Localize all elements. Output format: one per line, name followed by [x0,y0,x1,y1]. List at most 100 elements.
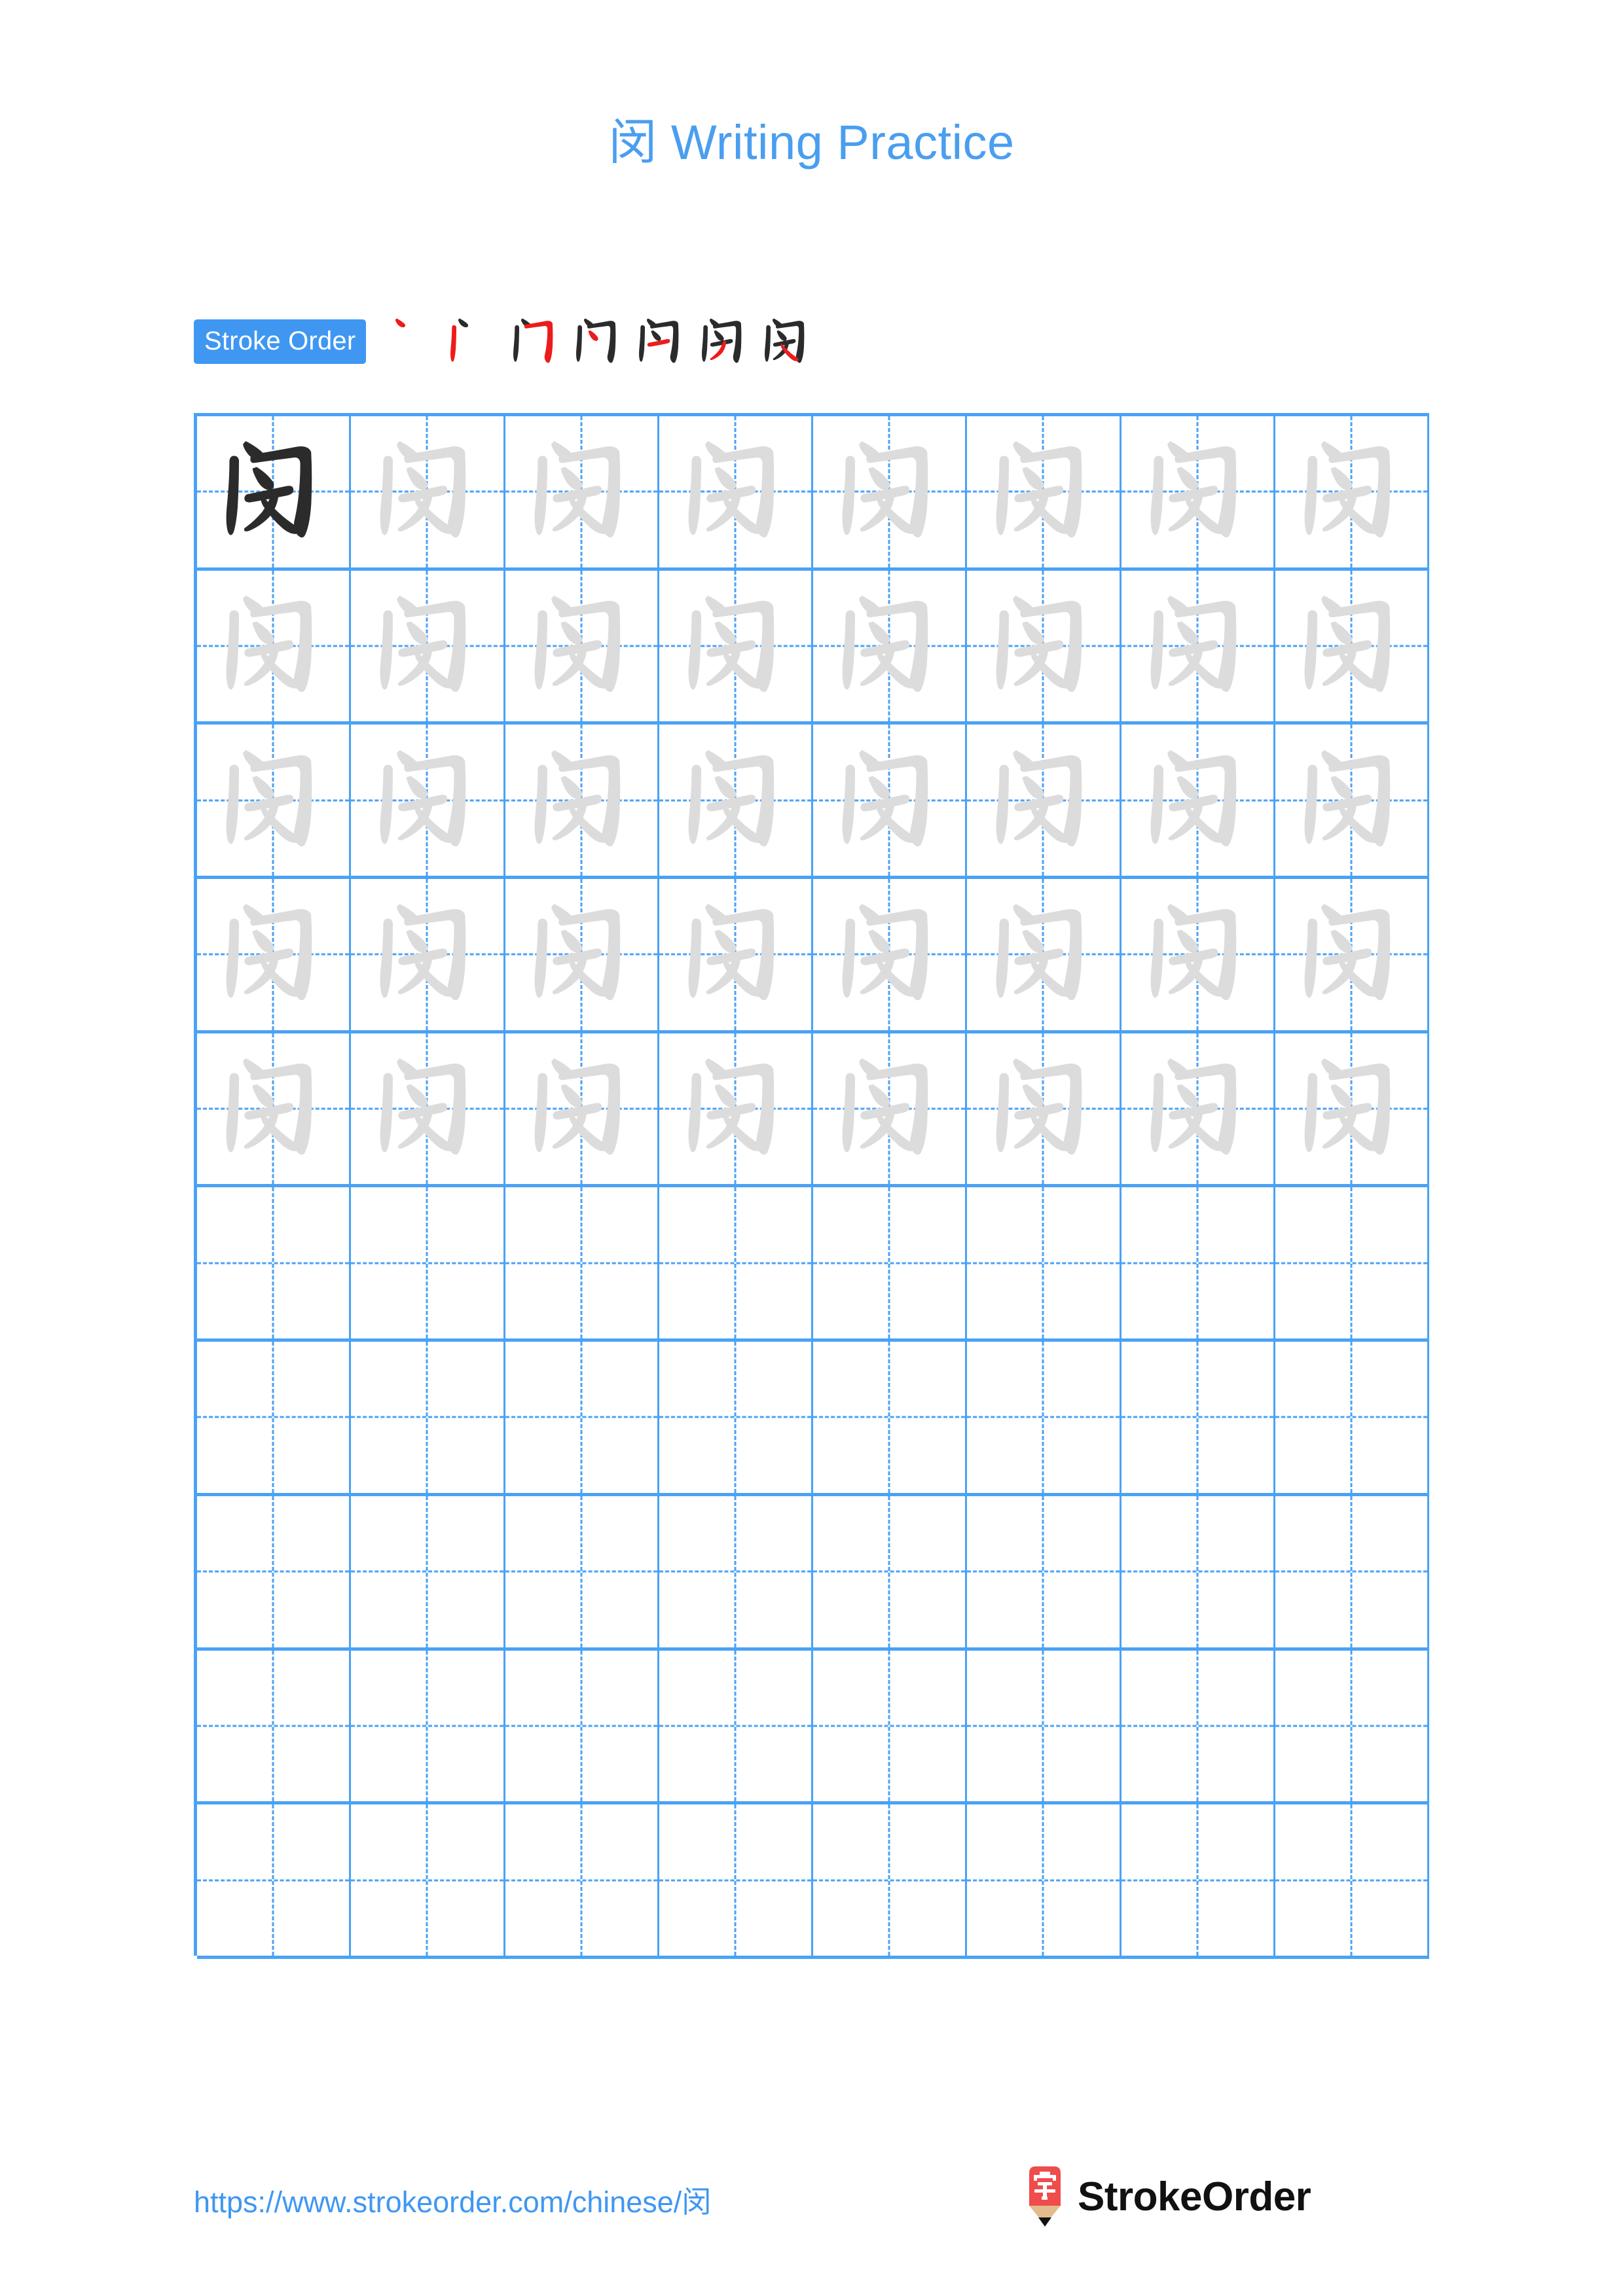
character-glyph [505,725,657,876]
practice-cell-trace[interactable] [967,879,1122,1030]
practice-cell-trace[interactable] [813,879,968,1030]
practice-cell-blank[interactable] [659,1342,813,1493]
practice-cell-trace[interactable] [1122,1033,1275,1185]
practice-cell-blank[interactable] [659,1804,813,1956]
practice-cell-blank[interactable] [659,1496,813,1647]
practice-cell-blank[interactable] [813,1187,968,1339]
practice-grid-row [197,1496,1429,1651]
practice-cell-blank[interactable] [505,1650,659,1802]
practice-cell-trace[interactable] [659,725,813,876]
character-glyph [659,725,811,876]
practice-cell-trace[interactable] [967,570,1122,722]
footer-url[interactable]: https://www.strokeorder.com/chinese/闵 [194,2178,711,2221]
practice-cell-blank[interactable] [1122,1496,1275,1647]
character-glyph [1275,725,1427,876]
stroke-order-section: Stroke Order [194,305,818,378]
practice-cell-trace[interactable] [967,1033,1122,1185]
practice-cell-trace[interactable] [967,725,1122,876]
practice-cell-blank[interactable] [351,1496,505,1647]
practice-cell-blank[interactable] [1275,1804,1429,1956]
practice-cell-blank[interactable] [813,1342,968,1493]
character-glyph [813,725,965,876]
character-glyph [197,571,349,722]
practice-cell-trace[interactable] [351,879,505,1030]
practice-cell-trace[interactable] [1122,416,1275,567]
practice-cell-trace[interactable] [1275,725,1429,876]
practice-cell-trace[interactable] [351,725,505,876]
page-title: 闵 Writing Practice [608,115,1015,170]
stroke-step-4 [566,308,629,376]
practice-cell-trace[interactable] [967,416,1122,567]
stroke-order-badge: Stroke Order [194,319,367,364]
practice-cell-trace[interactable] [197,725,352,876]
practice-cell-blank[interactable] [659,1187,813,1339]
practice-cell-blank[interactable] [197,1342,352,1493]
practice-cell-trace[interactable] [351,570,505,722]
practice-cell-blank[interactable] [813,1496,968,1647]
practice-cell-trace[interactable] [505,570,659,722]
character-glyph [197,725,349,876]
practice-cell-trace[interactable] [1275,879,1429,1030]
practice-cell-trace[interactable] [1122,725,1275,876]
practice-cell-trace[interactable] [813,416,968,567]
character-glyph [813,1033,965,1185]
stroke-step-6 [692,308,755,376]
practice-cell-trace[interactable] [813,570,968,722]
practice-grid-row [197,1342,1429,1496]
practice-cell-blank[interactable] [967,1496,1122,1647]
practice-cell-trace[interactable] [197,570,352,722]
practice-cell-trace[interactable] [505,725,659,876]
practice-cell-blank[interactable] [1275,1496,1429,1647]
practice-cell-blank[interactable] [967,1187,1122,1339]
practice-cell-blank[interactable] [1122,1342,1275,1493]
practice-cell-blank[interactable] [967,1650,1122,1802]
practice-cell-blank[interactable] [505,1187,659,1339]
practice-cell-blank[interactable] [967,1804,1122,1956]
practice-cell-trace[interactable] [813,1033,968,1185]
practice-cell-trace[interactable] [1122,879,1275,1030]
practice-cell-model[interactable] [197,416,352,567]
practice-cell-blank[interactable] [813,1650,968,1802]
practice-cell-blank[interactable] [1122,1804,1275,1956]
practice-cell-trace[interactable] [659,416,813,567]
practice-cell-blank[interactable] [351,1342,505,1493]
practice-cell-blank[interactable] [1275,1187,1429,1339]
practice-cell-blank[interactable] [197,1496,352,1647]
practice-cell-blank[interactable] [505,1804,659,1956]
practice-cell-blank[interactable] [351,1187,505,1339]
practice-cell-blank[interactable] [351,1650,505,1802]
practice-cell-blank[interactable] [1275,1342,1429,1493]
practice-cell-trace[interactable] [659,570,813,722]
practice-cell-trace[interactable] [197,879,352,1030]
character-glyph [967,571,1119,722]
character-glyph [813,879,965,1030]
practice-cell-trace[interactable] [505,1033,659,1185]
practice-cell-blank[interactable] [197,1187,352,1339]
practice-cell-trace[interactable] [1275,416,1429,567]
practice-cell-blank[interactable] [197,1804,352,1956]
practice-cell-blank[interactable] [967,1342,1122,1493]
practice-cell-trace[interactable] [813,725,968,876]
practice-cell-trace[interactable] [505,879,659,1030]
character-glyph [659,416,811,567]
practice-cell-trace[interactable] [1275,570,1429,722]
practice-cell-trace[interactable] [1122,570,1275,722]
practice-cell-blank[interactable] [351,1804,505,1956]
practice-cell-trace[interactable] [659,1033,813,1185]
practice-cell-trace[interactable] [351,416,505,567]
practice-cell-blank[interactable] [197,1650,352,1802]
practice-cell-blank[interactable] [813,1804,968,1956]
practice-cell-blank[interactable] [505,1496,659,1647]
practice-cell-trace[interactable] [659,879,813,1030]
practice-cell-blank[interactable] [1122,1187,1275,1339]
practice-cell-trace[interactable] [351,1033,505,1185]
practice-cell-blank[interactable] [659,1650,813,1802]
practice-cell-trace[interactable] [505,416,659,567]
practice-cell-trace[interactable] [1275,1033,1429,1185]
practice-cell-blank[interactable] [1275,1650,1429,1802]
character-glyph [1122,416,1273,567]
practice-cell-blank[interactable] [1122,1650,1275,1802]
practice-cell-trace[interactable] [197,1033,352,1185]
practice-cell-blank[interactable] [505,1342,659,1493]
practice-grid-row [197,879,1429,1033]
